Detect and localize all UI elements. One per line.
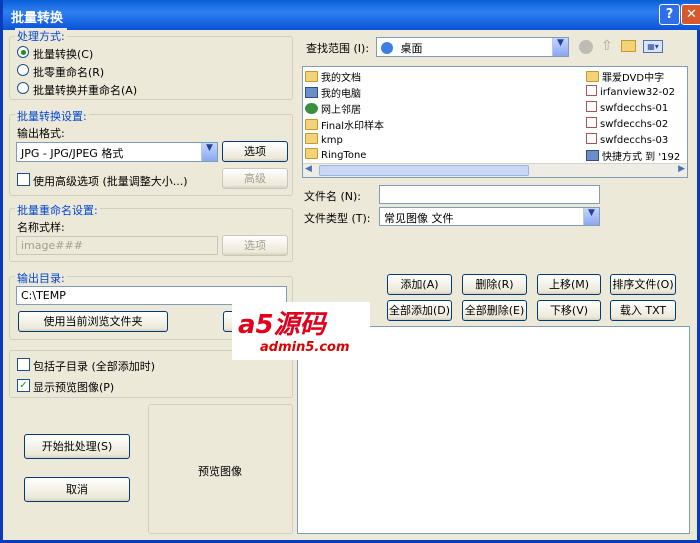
document-icon (586, 85, 597, 96)
filetype-value: 常见图像 文件 (384, 212, 454, 225)
radio-batch-convert[interactable] (17, 46, 29, 58)
file-item[interactable]: 我的文档 (305, 69, 361, 85)
new-folder-icon[interactable] (621, 40, 636, 52)
file-item[interactable]: 快捷方式 到 '192 (586, 148, 680, 164)
folder-icon (586, 71, 599, 82)
scroll-right-icon[interactable]: ▶ (678, 164, 685, 174)
file-item[interactable]: 我的电脑 (305, 85, 361, 101)
output-format-select[interactable]: JPG - JPG/JPEG 格式 ▼ (16, 142, 218, 162)
move-up-button[interactable]: 上移(M) (537, 274, 601, 295)
format-options-button[interactable]: 选项 (222, 141, 288, 162)
chevron-down-icon[interactable]: ▼ (201, 143, 217, 161)
up-folder-icon[interactable]: ⇧ (601, 38, 613, 54)
include-subdirs-label[interactable]: 包括子目录 (全部添加时) (33, 358, 155, 374)
folder-icon (305, 133, 318, 144)
advanced-button[interactable]: 高级 (222, 168, 288, 189)
computer-icon (305, 87, 318, 98)
close-button[interactable]: ✕ (681, 4, 700, 25)
document-icon (586, 117, 597, 128)
lookin-label: 查找范围 (I): (306, 42, 370, 55)
rename-options-button[interactable]: 选项 (222, 235, 288, 256)
file-item[interactable]: RingTone (305, 148, 366, 164)
document-icon (586, 101, 597, 112)
use-current-folder-button[interactable]: 使用当前浏览文件夹 (18, 311, 168, 332)
window-title: 批量转换 (11, 11, 64, 26)
horizontal-scrollbar[interactable]: ◀ ▶ (303, 163, 687, 177)
advanced-options-label[interactable]: 使用高级选项 (批量调整大小...) (33, 173, 188, 189)
folder-icon (305, 148, 318, 159)
folder-icon (305, 71, 318, 82)
view-menu-icon[interactable]: ▦▾ (643, 40, 663, 53)
radio-batch-rename[interactable] (17, 64, 29, 76)
file-item[interactable]: 网上邻居 (305, 101, 361, 117)
filetype-label: 文件类型 (T): (304, 212, 371, 225)
include-subdirs-checkbox[interactable] (17, 358, 30, 371)
shortcut-icon (586, 150, 599, 161)
radio-batch-convert-label[interactable]: 批量转换(C) (33, 46, 93, 62)
help-button[interactable]: ? (659, 4, 680, 25)
document-icon (586, 133, 597, 144)
lookin-value: 桌面 (400, 42, 423, 55)
advanced-options-checkbox[interactable] (17, 173, 30, 186)
file-item[interactable]: swfdecchs-01 (586, 101, 668, 117)
output-format-label: 输出格式: (17, 127, 65, 140)
output-dir-title: 输出目录: (15, 270, 67, 286)
filetype-select[interactable]: 常见图像 文件 ▼ (379, 207, 600, 226)
scroll-left-icon[interactable]: ◀ (305, 164, 312, 174)
filename-input[interactable] (379, 185, 600, 204)
lookin-select[interactable]: 桌面 ▼ (376, 37, 569, 57)
watermark-brand: a5源码 (238, 310, 326, 340)
name-pattern-label: 名称式样: (17, 221, 65, 234)
file-item[interactable]: kmp (305, 133, 343, 149)
filename-label: 文件名 (N): (304, 190, 362, 203)
scroll-thumb[interactable] (319, 165, 529, 176)
watermark-site: admin5.com (260, 340, 350, 355)
rename-settings-title: 批量重命名设置: (15, 202, 100, 218)
watermark-logo: a5源码 admin5.com (232, 302, 370, 360)
processing-group-title: 处理方式: (15, 28, 67, 44)
batch-convert-dialog: 批量转换 ? ✕ 处理方式: 批量转换(C) 批零重命名(R) 批量转换并重命名… (0, 0, 700, 543)
file-item[interactable]: 罪爱DVD中字 (586, 69, 664, 85)
chevron-down-icon[interactable]: ▼ (583, 208, 599, 225)
show-preview-checkbox[interactable]: ✓ (17, 379, 30, 392)
back-icon[interactable] (579, 40, 593, 54)
move-down-button[interactable]: 下移(V) (537, 300, 601, 321)
chevron-down-icon[interactable]: ▼ (552, 38, 568, 56)
file-item[interactable]: swfdecchs-02 (586, 117, 668, 133)
file-list[interactable]: 我的文档 我的电脑 网上邻居 Final水印样本 kmp RingTone 罪爱… (302, 66, 688, 178)
folder-icon (305, 119, 318, 130)
radio-batch-rename-label[interactable]: 批零重命名(R) (33, 64, 104, 80)
name-pattern-input[interactable]: image### (16, 236, 218, 255)
remove-button[interactable]: 删除(R) (462, 274, 527, 295)
add-all-button[interactable]: 全部添加(D) (387, 300, 452, 321)
add-button[interactable]: 添加(A) (387, 274, 452, 295)
desktop-icon (381, 42, 393, 54)
file-item[interactable]: swfdecchs-03 (586, 133, 668, 149)
file-item[interactable]: irfanview32-02 (586, 85, 675, 101)
cancel-button[interactable]: 取消 (24, 477, 130, 502)
network-icon (305, 103, 318, 114)
file-item[interactable]: Final水印样本 (305, 117, 384, 133)
title-bar: 批量转换 ? ✕ (3, 0, 700, 30)
remove-all-button[interactable]: 全部删除(E) (462, 300, 527, 321)
radio-convert-and-rename-label[interactable]: 批量转换并重命名(A) (33, 82, 137, 98)
convert-settings-title: 批量转换设置: (15, 108, 89, 124)
preview-label: 预览图像 (198, 465, 242, 478)
sort-files-button[interactable]: 排序文件(O) (610, 274, 676, 295)
show-preview-label[interactable]: 显示预览图像(P) (33, 379, 114, 395)
load-txt-button[interactable]: 载入 TXT (610, 300, 676, 321)
start-batch-button[interactable]: 开始批处理(S) (24, 434, 130, 459)
output-format-value: JPG - JPG/JPEG 格式 (21, 147, 124, 160)
radio-convert-and-rename[interactable] (17, 82, 29, 94)
